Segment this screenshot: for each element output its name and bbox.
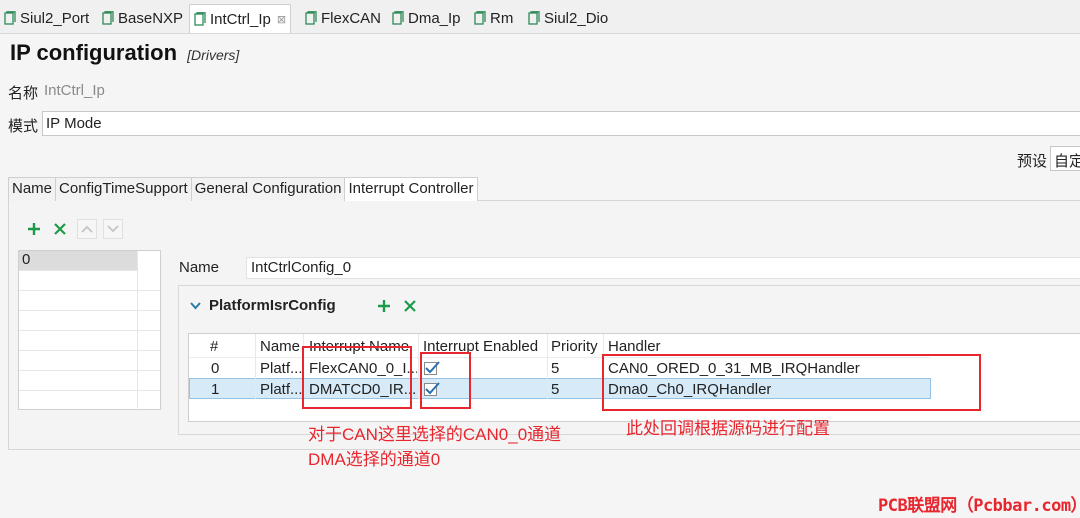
table-cell-index[interactable]: 1 xyxy=(211,381,219,398)
tab-flexcan[interactable]: FlexCAN xyxy=(305,5,381,31)
detail-name-label: Name xyxy=(179,259,220,276)
list-item-empty xyxy=(19,271,160,291)
column-header-handler[interactable]: Handler xyxy=(608,338,661,355)
column-divider xyxy=(547,334,548,399)
tab-label: Siul2_Port xyxy=(20,9,90,27)
tab-siul2-dio[interactable]: Siul2_Dio xyxy=(528,5,608,31)
editor-tab-bar: Siul2_Port BaseNXP IntCtrl_Ip ⊠ FlexCAN … xyxy=(0,0,1080,34)
annotation-box-handler xyxy=(602,354,981,411)
close-tab-icon[interactable]: ⊠ xyxy=(277,13,286,26)
add-row-icon[interactable] xyxy=(374,296,394,316)
column-divider xyxy=(255,334,256,399)
file-icon xyxy=(474,11,487,25)
tab-label: BaseNXP xyxy=(118,9,184,27)
annotation-box-interrupt-enabled xyxy=(420,352,471,409)
tab-label: Siul2_Dio xyxy=(544,9,609,27)
annotation-note-left-line1: 对于CAN这里选择的CAN0_0通道 xyxy=(308,425,562,444)
tab-rm[interactable]: Rm xyxy=(474,5,513,31)
watermark: PCB联盟网（Pcbbar.com） xyxy=(878,496,1080,516)
tab-dma-ip[interactable]: Dma_Ip xyxy=(392,5,461,31)
subtab-name[interactable]: Name xyxy=(8,177,57,201)
tab-label: FlexCAN xyxy=(321,9,382,27)
subtab-config-time-support[interactable]: ConfigTimeSupport xyxy=(55,177,192,201)
tab-label: Rm xyxy=(490,9,514,27)
table-cell-priority[interactable]: 5 xyxy=(551,381,559,398)
column-header-name[interactable]: Name xyxy=(260,338,304,355)
detail-name-input[interactable]: IntCtrlConfig_0 xyxy=(246,257,1080,279)
annotation-box-interrupt-name xyxy=(302,346,412,409)
tab-label: IntCtrl_Ip xyxy=(210,10,271,28)
move-up-icon[interactable] xyxy=(77,219,97,239)
list-item-empty xyxy=(19,351,160,371)
name-field-value: IntCtrl_Ip xyxy=(44,82,105,99)
annotation-note-right: 此处回调根据源码进行配置 xyxy=(626,419,830,438)
column-header-priority[interactable]: Priority xyxy=(551,338,603,355)
file-icon xyxy=(4,11,17,25)
annotation-note-left-line2: DMA选择的通道0 xyxy=(308,450,441,469)
tab-label: Dma_Ip xyxy=(408,9,461,27)
remove-icon[interactable] xyxy=(50,219,70,239)
file-icon xyxy=(392,11,405,25)
list-item-empty xyxy=(19,291,160,311)
mode-field-label: 模式 xyxy=(8,118,39,135)
list-item-empty xyxy=(19,371,160,391)
add-icon[interactable] xyxy=(24,219,44,239)
preset-label: 预设 xyxy=(1017,153,1048,170)
list-item-empty xyxy=(19,331,160,351)
file-icon xyxy=(528,11,541,25)
table-cell-priority[interactable]: 5 xyxy=(551,360,559,377)
section-header[interactable]: PlatformIsrConfig xyxy=(190,297,336,314)
preset-select[interactable]: 自定 xyxy=(1050,146,1080,171)
mode-field-input[interactable]: IP Mode xyxy=(42,111,1080,136)
subtab-general-configuration[interactable]: General Configuration xyxy=(190,177,346,201)
config-subtabs: Name ConfigTimeSupport General Configura… xyxy=(8,177,478,201)
page-title-text: IP configuration xyxy=(10,40,178,65)
tab-intctrl-ip[interactable]: IntCtrl_Ip ⊠ xyxy=(189,4,292,33)
list-column-divider xyxy=(137,251,138,411)
table-cell-name[interactable]: Platf... xyxy=(260,381,304,398)
section-title: PlatformIsrConfig xyxy=(209,297,336,314)
remove-row-icon[interactable] xyxy=(400,296,420,316)
move-down-icon[interactable] xyxy=(103,219,123,239)
subtab-interrupt-controller[interactable]: Interrupt Controller xyxy=(344,177,478,201)
column-header-index[interactable]: # xyxy=(210,338,218,355)
tab-basenxp[interactable]: BaseNXP xyxy=(102,5,183,31)
file-icon xyxy=(305,11,318,25)
list-item[interactable]: 0 xyxy=(19,251,137,271)
page-title: IP configuration [Drivers] xyxy=(10,40,239,66)
file-icon xyxy=(102,11,115,25)
file-icon xyxy=(194,12,207,26)
table-cell-index[interactable]: 0 xyxy=(211,360,219,377)
page-subtitle: [Drivers] xyxy=(187,47,240,63)
name-field-label: 名称 xyxy=(8,85,39,102)
table-cell-name[interactable]: Platf... xyxy=(260,360,304,377)
list-item-empty xyxy=(19,311,160,331)
tab-siul2-port[interactable]: Siul2_Port xyxy=(4,5,89,31)
chevron-down-icon[interactable] xyxy=(190,298,201,313)
config-list: 0 xyxy=(18,250,161,411)
